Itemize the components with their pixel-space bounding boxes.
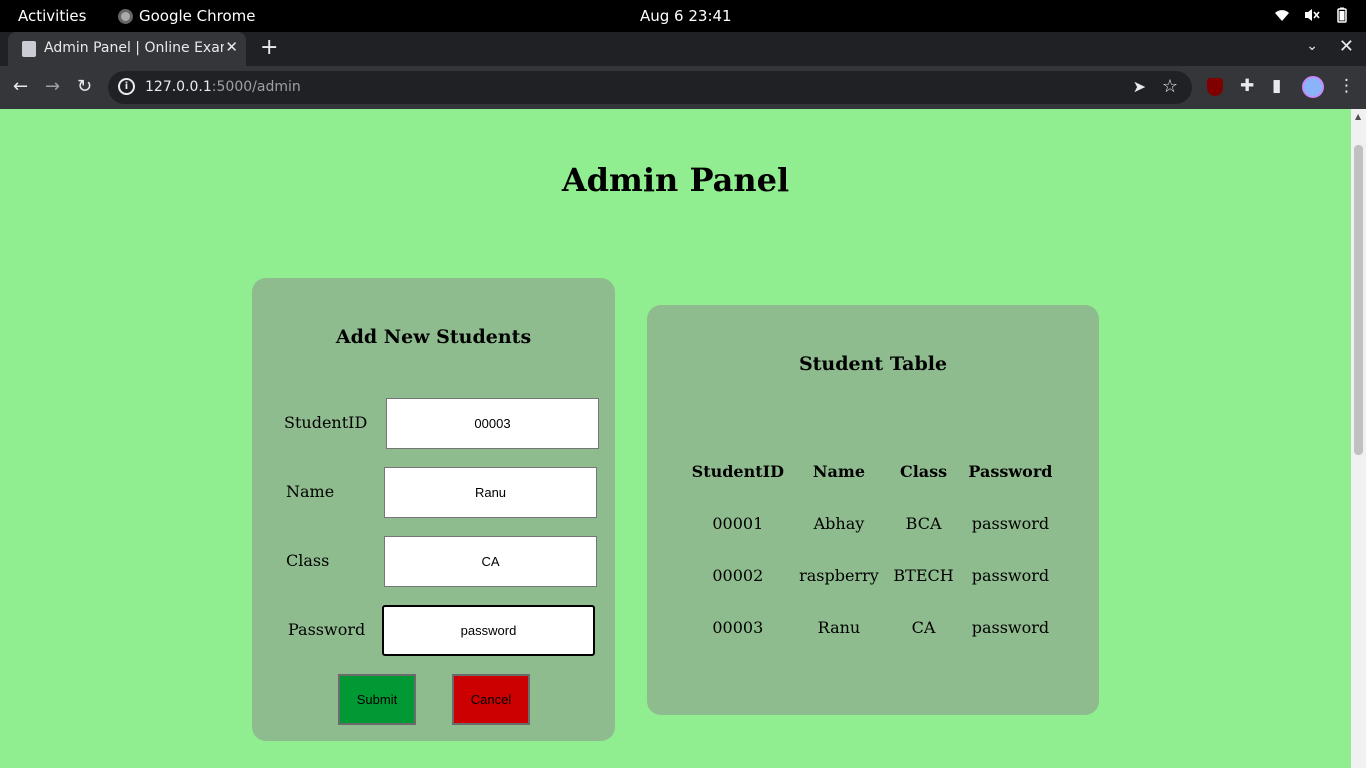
password-label: Password — [288, 620, 366, 639]
password-input[interactable] — [382, 605, 595, 656]
table-cell: Abhay — [813, 513, 865, 533]
forward-icon[interactable]: → — [45, 76, 60, 97]
table-cell: CA — [911, 617, 936, 637]
student-table-heading: Student Table — [798, 353, 948, 375]
site-info-icon[interactable]: i — [118, 78, 135, 95]
name-input[interactable] — [384, 467, 597, 518]
browser-toolbar: ← → ↻ i 127.0.0.1:5000/admin ➤ ☆ — [0, 66, 1366, 109]
student-id-input[interactable] — [386, 398, 599, 449]
address-bar[interactable]: i 127.0.0.1:5000/admin ➤ ☆ — [108, 71, 1192, 104]
url-host: 127.0.0.1 — [145, 79, 212, 95]
back-icon[interactable]: ← — [13, 76, 28, 97]
side-panel-icon[interactable]: ▮ — [1272, 76, 1281, 96]
clock[interactable]: Aug 6 23:41 — [640, 7, 732, 25]
table-row: 00002 raspberry BTECH password — [684, 549, 1060, 601]
bookmark-star-icon[interactable]: ☆ — [1162, 76, 1178, 97]
chrome-icon — [118, 8, 133, 24]
column-header: Name — [812, 461, 866, 481]
add-student-card: Add New Students StudentID Name Class Pa… — [252, 278, 615, 741]
send-tab-icon[interactable]: ➤ — [1133, 77, 1146, 96]
reload-icon[interactable]: ↻ — [77, 76, 92, 97]
tab-admin-panel[interactable]: Admin Panel | Online Exam ✕ — [8, 32, 246, 66]
table-cell: raspberry — [799, 565, 879, 585]
url-path: :5000/admin — [211, 79, 301, 95]
profile-avatar[interactable] — [1302, 76, 1324, 98]
page-title: Admin Panel — [561, 161, 790, 199]
wifi-icon — [1275, 10, 1289, 21]
column-header: Password — [968, 461, 1053, 481]
new-tab-icon[interactable]: + — [260, 35, 278, 60]
system-top-bar: Activities Google Chrome Aug 6 23:41 — [0, 0, 1366, 32]
app-name: Google Chrome — [139, 7, 256, 25]
table-cell: Ranu — [817, 617, 861, 637]
class-input[interactable] — [384, 536, 597, 587]
chevron-down-icon[interactable]: ⌄ — [1306, 38, 1318, 54]
table-cell: password — [971, 565, 1050, 585]
ublock-extension-icon[interactable] — [1207, 78, 1223, 96]
submit-button[interactable]: Submit — [338, 674, 416, 725]
column-header: Class — [899, 461, 948, 481]
cancel-button[interactable]: Cancel — [452, 674, 530, 725]
table-cell: 00001 — [712, 513, 764, 533]
name-label: Name — [286, 482, 335, 501]
class-label: Class — [286, 551, 330, 570]
app-menu[interactable]: Google Chrome — [118, 7, 256, 25]
table-cell: BCA — [905, 513, 942, 533]
table-cell: password — [971, 617, 1050, 637]
student-table-card: Student Table StudentID Name Class Passw… — [647, 305, 1099, 715]
system-tray[interactable] — [1274, 7, 1350, 23]
column-header: StudentID — [691, 461, 784, 481]
table-cell: password — [971, 513, 1050, 533]
table-cell: 00002 — [712, 565, 764, 585]
close-window-icon[interactable]: ✕ — [1339, 36, 1354, 57]
table-cell: BTECH — [893, 565, 954, 585]
battery-icon — [1337, 7, 1347, 23]
chrome-menu-icon[interactable]: ⋮ — [1338, 76, 1355, 96]
table-row: 00001 Abhay BCA password — [684, 497, 1060, 549]
page-icon — [22, 41, 36, 57]
add-student-heading: Add New Students — [335, 326, 532, 348]
activities-button[interactable]: Activities — [18, 7, 86, 25]
student-table: StudentID Name Class Password 00001 Abha… — [684, 445, 1060, 653]
scrollbar-thumb[interactable] — [1354, 145, 1363, 455]
tab-strip: Admin Panel | Online Exam ✕ + ⌄ ✕ — [0, 32, 1366, 66]
scroll-up-arrow-icon[interactable]: ▲ — [1355, 112, 1361, 121]
close-tab-icon[interactable]: ✕ — [225, 38, 238, 56]
table-cell: 00003 — [712, 617, 764, 637]
student-id-label: StudentID — [284, 413, 368, 432]
tab-title: Admin Panel | Online Exam — [44, 40, 224, 56]
table-row: 00003 Ranu CA password — [684, 601, 1060, 653]
extensions-puzzle-icon[interactable]: ✚ — [1240, 76, 1254, 96]
page-content: Admin Panel Add New Students StudentID N… — [0, 109, 1351, 768]
url-text[interactable]: 127.0.0.1:5000/admin — [145, 79, 301, 95]
page-scrollbar[interactable]: ▲ — [1351, 109, 1366, 768]
table-header-row: StudentID Name Class Password — [684, 445, 1060, 497]
volume-muted-icon — [1305, 9, 1320, 21]
